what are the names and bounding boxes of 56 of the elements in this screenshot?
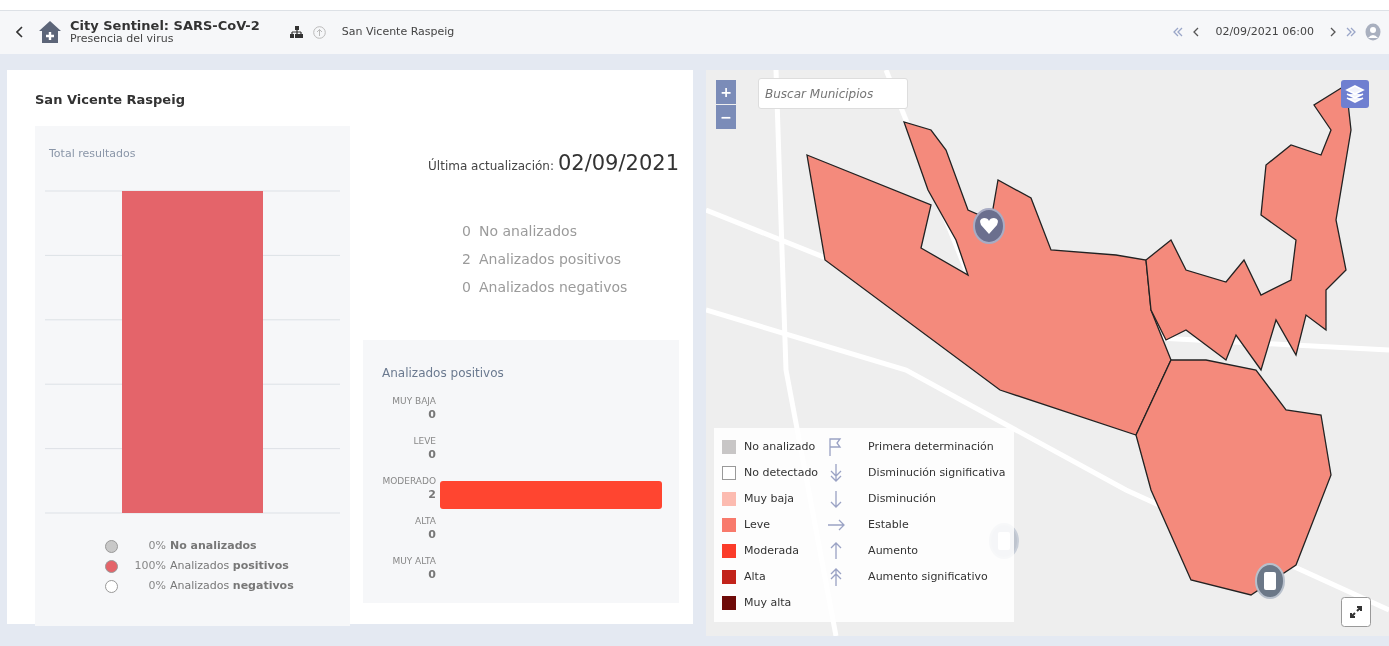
home-icon[interactable] xyxy=(38,20,62,44)
legend-label: Muy alta xyxy=(744,595,792,611)
value-label: 2 xyxy=(428,488,436,501)
legend-label: Disminución significativa xyxy=(868,465,1006,481)
back-icon[interactable] xyxy=(16,26,24,38)
value-label: 0 xyxy=(428,408,436,421)
legend-label: Muy baja xyxy=(744,491,794,507)
panel-title: San Vicente Raspeig xyxy=(35,91,186,109)
fullscreen-icon[interactable] xyxy=(1341,597,1371,627)
legend-label: Primera determinación xyxy=(868,439,994,455)
legend-label: Aumento xyxy=(868,543,919,559)
update-label: Última actualización: xyxy=(428,157,554,175)
zoom-minus-button[interactable]: − xyxy=(716,105,736,129)
legend-label: Estable xyxy=(868,517,909,533)
count-value: 0 xyxy=(461,222,471,241)
breadcrumb-link[interactable]: San Vicente Raspeig xyxy=(341,23,455,41)
legend-percent: 100% xyxy=(133,557,166,574)
value-label: 0 xyxy=(428,568,436,581)
update-date: 02/09/2021 xyxy=(557,149,679,177)
count-label: Analizados negativos xyxy=(479,278,628,297)
chart-title: Analizados positivos xyxy=(382,366,504,380)
layers-icon[interactable] xyxy=(1341,80,1369,108)
category-label: MUY BAJA xyxy=(392,396,436,406)
legend-label: Leve xyxy=(744,517,770,533)
legend-label: Aumento significativo xyxy=(868,569,988,585)
legend-label: No analizados xyxy=(170,537,257,554)
legend-percent: 0% xyxy=(147,577,166,594)
legend-label: Alta xyxy=(744,569,766,585)
legend-label: Analizados positivos xyxy=(170,557,289,574)
category-label: MODERADO xyxy=(382,476,436,486)
category-label: ALTA xyxy=(415,516,436,526)
count-label: Analizados positivos xyxy=(479,250,622,269)
app-title: City Sentinel: SARS-CoV-2 xyxy=(70,19,260,33)
date-time: 02/09/2021 06:00 xyxy=(1215,23,1314,40)
count-value: 0 xyxy=(461,278,471,297)
chart-title: Total resultados xyxy=(48,145,137,162)
count-label: No analizados xyxy=(479,222,577,241)
count-value: 2 xyxy=(461,250,471,269)
category-label: LEVE xyxy=(413,436,436,446)
heart-marker-icon xyxy=(972,207,1006,245)
right-chevron-icon[interactable] xyxy=(1330,26,1337,38)
legend-percent: 0% xyxy=(147,537,166,554)
left-chevron-icon[interactable] xyxy=(1192,26,1200,38)
zoom-plus-button[interactable]: + xyxy=(716,80,736,104)
legend-label: Disminución xyxy=(868,491,936,507)
legend-label: Moderada xyxy=(744,543,799,559)
legend-label: No analizado xyxy=(744,439,816,455)
legend-label: No detectado xyxy=(744,465,819,481)
search-field[interactable]: Buscar Municipios xyxy=(758,78,908,109)
container-marker-icon xyxy=(1254,562,1286,600)
hierarchy-icon[interactable] xyxy=(289,26,303,38)
value-label: 0 xyxy=(428,448,436,461)
value-label: 0 xyxy=(428,528,436,541)
category-label: MUY ALTA xyxy=(392,556,436,566)
legend-label: Analizados negativos xyxy=(170,577,294,594)
app-subtitle: Presencia del virus xyxy=(70,33,175,45)
